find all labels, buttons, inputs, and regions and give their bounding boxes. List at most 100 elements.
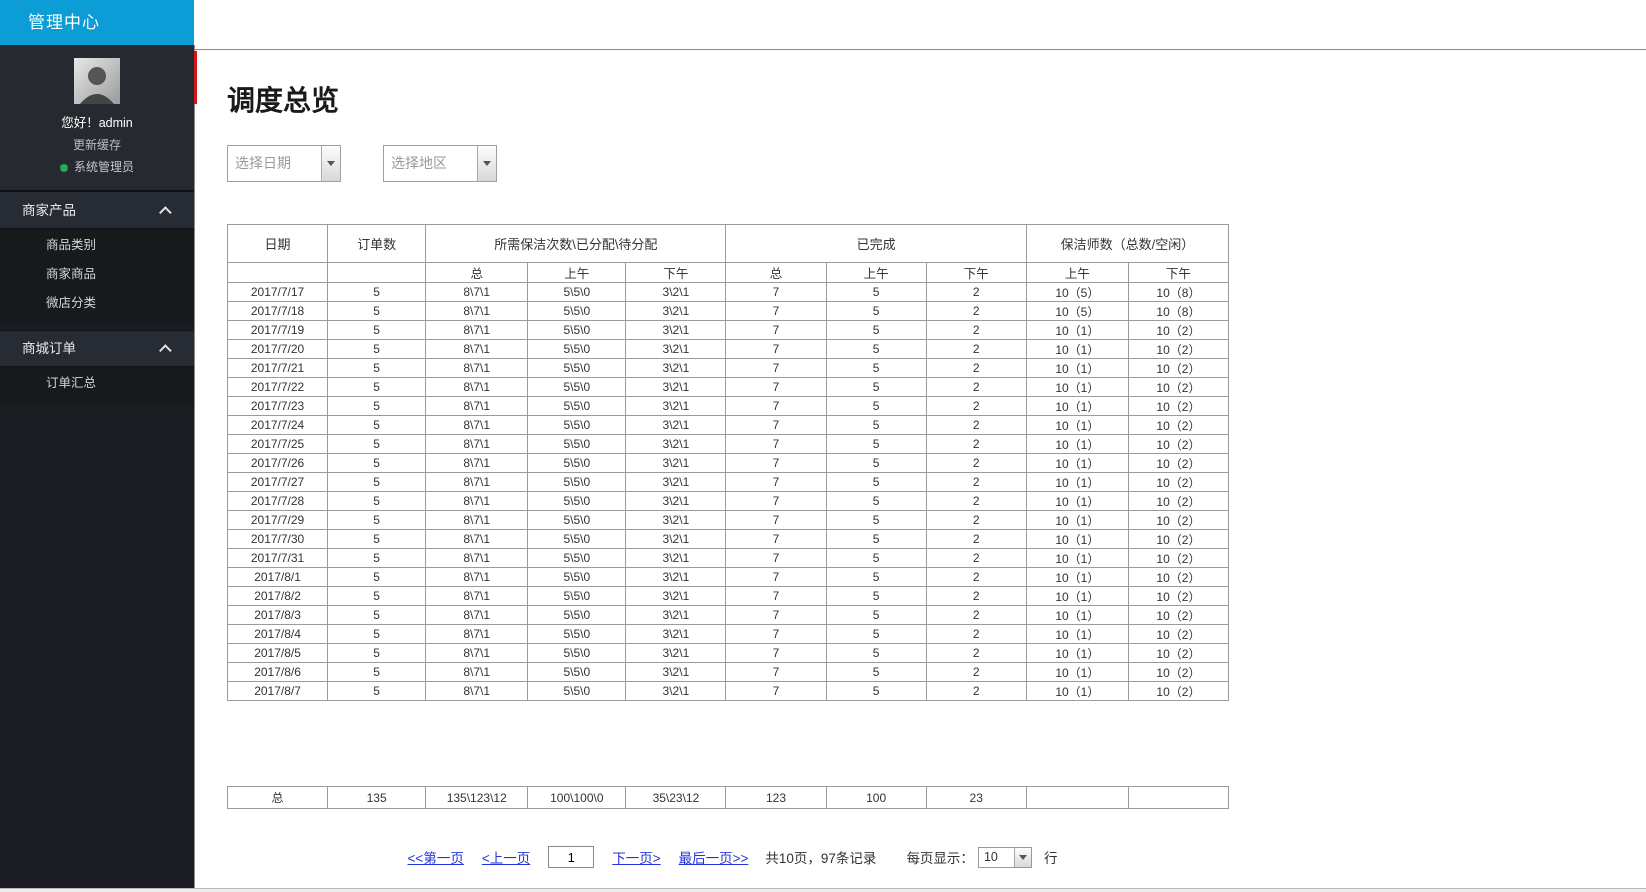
col-subheader-am: 上午 <box>1026 263 1128 283</box>
table-cell: 5 <box>826 340 926 359</box>
user-role: 系统管理员 <box>0 158 194 175</box>
table-cell: 3\2\1 <box>626 416 726 435</box>
table-cell: 2017/8/3 <box>228 606 328 625</box>
table-cell: 5 <box>328 682 426 701</box>
table-cell: 5 <box>826 359 926 378</box>
sidebar-item-merchant-goods[interactable]: 商家商品 <box>0 260 194 289</box>
table-cell: 8\7\1 <box>426 625 528 644</box>
chevron-down-icon[interactable] <box>321 146 340 181</box>
table-row: 2017/7/2858\7\15\5\03\2\175210（1）10（2） <box>228 492 1229 511</box>
schedule-table-header: 日期 订单数 所需保洁次数\已分配\待分配 已完成 保洁师数（总数/空闲） 总 … <box>228 225 1229 283</box>
table-row: 2017/7/2458\7\15\5\03\2\175210（1）10（2） <box>228 416 1229 435</box>
table-cell: 10（5） <box>1026 283 1128 302</box>
table-cell: 7 <box>726 283 826 302</box>
table-cell: 2 <box>926 530 1026 549</box>
table-cell: 10（2） <box>1128 473 1228 492</box>
table-row: 2017/7/2158\7\15\5\03\2\175210（1）10（2） <box>228 359 1229 378</box>
table-cell: 10（1） <box>1026 492 1128 511</box>
page-number-input[interactable] <box>548 846 594 868</box>
user-avatar <box>74 58 120 104</box>
table-cell: 3\2\1 <box>626 435 726 454</box>
totals-cell: 100\100\0 <box>528 787 626 809</box>
schedule-table-body: 2017/7/1758\7\15\5\03\2\175210（5）10（8）20… <box>228 283 1229 701</box>
table-cell: 5 <box>826 587 926 606</box>
sidebar-item-microshop-category[interactable]: 微店分类 <box>0 289 194 318</box>
col-header-needed: 所需保洁次数\已分配\待分配 <box>426 225 726 263</box>
table-cell: 8\7\1 <box>426 397 528 416</box>
table-row: 2017/7/2558\7\15\5\03\2\175210（1）10（2） <box>228 435 1229 454</box>
table-cell: 5\5\0 <box>528 663 626 682</box>
table-cell: 10（2） <box>1128 321 1228 340</box>
chevron-down-icon[interactable] <box>1014 848 1031 867</box>
last-page-link[interactable]: 最后一页>> <box>679 847 749 867</box>
table-cell: 5 <box>826 283 926 302</box>
table-cell: 2 <box>926 511 1026 530</box>
sidebar-item-order-summary[interactable]: 订单汇总 <box>0 369 194 398</box>
table-cell: 2 <box>926 606 1026 625</box>
table-cell: 7 <box>726 682 826 701</box>
table-cell: 8\7\1 <box>426 283 528 302</box>
next-page-link[interactable]: 下一页> <box>612 847 660 867</box>
table-cell: 10（1） <box>1026 397 1128 416</box>
sidebar-item-merchant-products[interactable]: 商家产品 <box>0 192 194 229</box>
totals-row: 总 135 135\123\12 100\100\0 35\23\12 123 … <box>228 787 1229 809</box>
table-cell: 10（1） <box>1026 454 1128 473</box>
table-cell: 5\5\0 <box>528 511 626 530</box>
table-cell: 5 <box>328 416 426 435</box>
table-cell: 5 <box>328 625 426 644</box>
table-cell: 2017/7/22 <box>228 378 328 397</box>
refresh-cache-link[interactable]: 更新缓存 <box>0 136 194 153</box>
table-cell: 5 <box>826 606 926 625</box>
table-cell: 5 <box>328 644 426 663</box>
table-row: 2017/7/2258\7\15\5\03\2\175210（1）10（2） <box>228 378 1229 397</box>
table-cell: 5 <box>826 492 926 511</box>
table-cell: 2 <box>926 416 1026 435</box>
table-cell: 5 <box>826 511 926 530</box>
app-title: 管理中心 <box>0 0 194 45</box>
chevron-down-icon[interactable] <box>477 146 496 181</box>
main-content: 调度总览 选择日期 选择地区 日期 订单数 所需保洁次数\已分配\待分配 <box>194 49 1646 892</box>
table-cell: 5 <box>328 378 426 397</box>
sidebar-item-product-category[interactable]: 商品类别 <box>0 231 194 260</box>
table-cell: 5 <box>328 549 426 568</box>
table-cell: 10（1） <box>1026 359 1128 378</box>
table-cell: 10（2） <box>1128 416 1228 435</box>
date-filter-placeholder: 选择日期 <box>228 146 321 181</box>
schedule-table: 日期 订单数 所需保洁次数\已分配\待分配 已完成 保洁师数（总数/空闲） 总 … <box>227 224 1229 701</box>
table-cell: 10（2） <box>1128 511 1228 530</box>
table-cell: 10（1） <box>1026 606 1128 625</box>
region-filter-select[interactable]: 选择地区 <box>383 145 497 182</box>
col-subheader-total: 总 <box>726 263 826 283</box>
table-cell: 5 <box>826 302 926 321</box>
table-cell: 7 <box>726 549 826 568</box>
table-cell: 5\5\0 <box>528 302 626 321</box>
table-cell: 5 <box>826 530 926 549</box>
table-cell: 5 <box>826 625 926 644</box>
table-cell: 7 <box>726 321 826 340</box>
sidebar-item-mall-orders[interactable]: 商城订单 <box>0 330 194 367</box>
table-cell: 2 <box>926 397 1026 416</box>
table-cell: 10（1） <box>1026 378 1128 397</box>
table-row: 2017/7/2358\7\15\5\03\2\175210（1）10（2） <box>228 397 1229 416</box>
col-subheader-total: 总 <box>426 263 528 283</box>
table-cell: 2 <box>926 435 1026 454</box>
table-row: 2017/8/458\7\15\5\03\2\175210（1）10（2） <box>228 625 1229 644</box>
table-cell: 2017/7/31 <box>228 549 328 568</box>
table-cell: 10（2） <box>1128 397 1228 416</box>
table-cell: 7 <box>726 378 826 397</box>
table-cell: 2 <box>926 587 1026 606</box>
table-cell: 5 <box>328 587 426 606</box>
table-cell: 2 <box>926 378 1026 397</box>
table-cell: 5 <box>328 568 426 587</box>
table-cell: 3\2\1 <box>626 663 726 682</box>
prev-page-link[interactable]: <上一页 <box>482 847 530 867</box>
scrollbar-thumb[interactable] <box>194 51 197 104</box>
totals-cell <box>1128 787 1228 809</box>
first-page-link[interactable]: <<第一页 <box>408 847 464 867</box>
horizontal-scrollbar[interactable] <box>0 888 1646 892</box>
table-cell: 7 <box>726 606 826 625</box>
per-page-select[interactable]: 10 <box>978 847 1032 868</box>
table-cell: 5\5\0 <box>528 283 626 302</box>
date-filter-select[interactable]: 选择日期 <box>227 145 341 182</box>
table-row: 2017/8/658\7\15\5\03\2\175210（1）10（2） <box>228 663 1229 682</box>
